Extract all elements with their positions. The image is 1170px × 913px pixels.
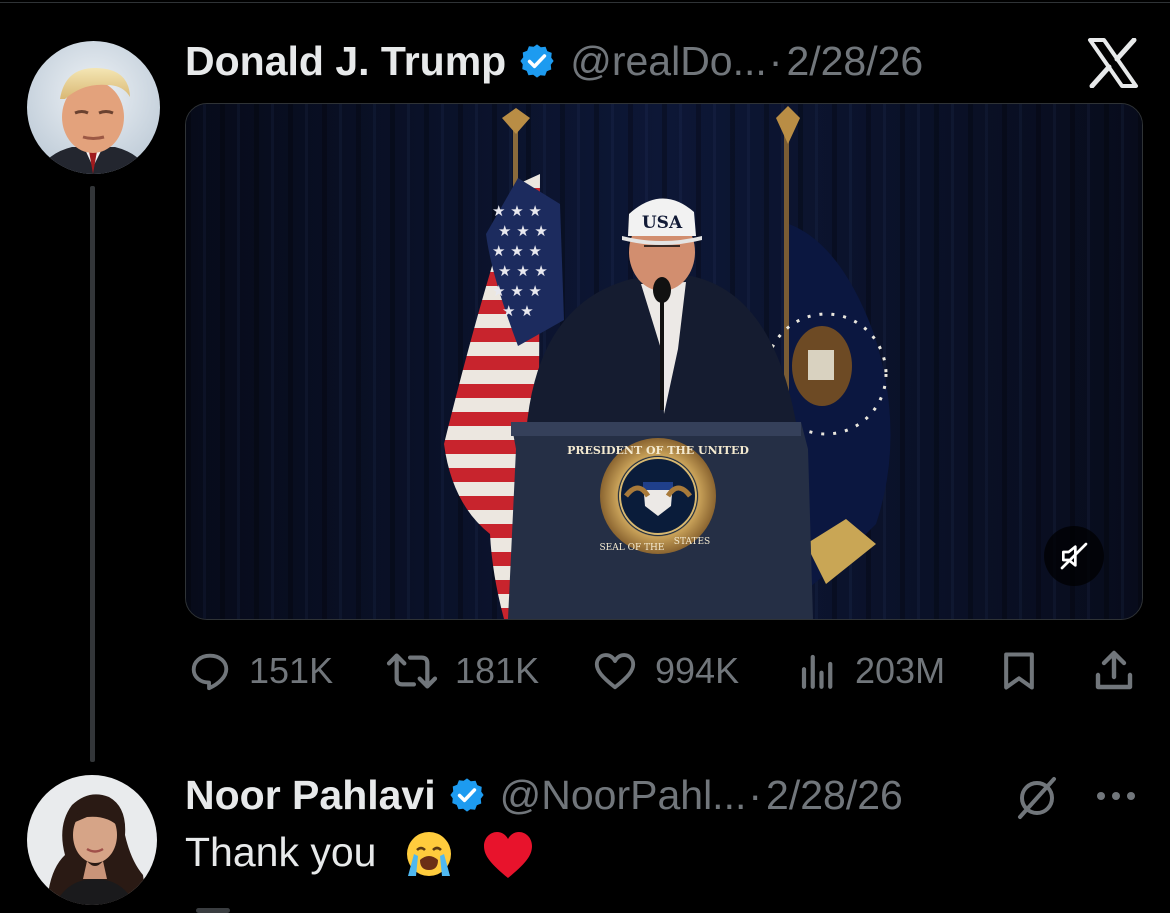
grok-icon[interactable] <box>1012 773 1062 823</box>
reply-icon <box>191 653 229 691</box>
author-avatar[interactable] <box>27 41 160 174</box>
heart-icon <box>594 653 636 690</box>
seal-text-top: PRESIDENT OF THE UNITED <box>567 444 749 457</box>
like-button[interactable]: 994K <box>591 640 739 702</box>
share-button[interactable] <box>1090 640 1138 702</box>
views-chart-icon <box>801 654 833 689</box>
svg-text:★ ★ ★: ★ ★ ★ <box>498 262 548 280</box>
post-date[interactable]: 2/28/26 <box>786 38 923 85</box>
x-logo-icon[interactable] <box>1087 38 1139 88</box>
verified-badge-icon <box>520 44 554 78</box>
share-icon <box>1095 650 1133 690</box>
bookmark-icon <box>1004 652 1034 690</box>
reply-header: Noor Pahlavi @NoorPahl... · 2/28/26 <box>185 770 903 820</box>
seal-text-bottom: SEAL OF THE <box>600 543 665 553</box>
author-handle[interactable]: @realDo... <box>570 38 767 85</box>
cap-text: USA <box>642 213 683 233</box>
bookmark-button[interactable] <box>997 640 1041 702</box>
next-item-peek <box>196 908 230 913</box>
svg-text:★ ★ ★: ★ ★ ★ <box>492 202 542 220</box>
svg-text:★ ★: ★ ★ <box>502 302 534 320</box>
svg-text:★ ★ ★: ★ ★ ★ <box>492 242 542 260</box>
post-actions: 151K 181K 994K 203M <box>185 640 1140 702</box>
loudly-crying-face-emoji <box>406 832 451 876</box>
like-count: 994K <box>655 650 740 691</box>
repost-button[interactable]: 181K <box>385 640 539 702</box>
reply-button[interactable]: 151K <box>187 640 333 702</box>
seal-text-side: STATES <box>674 537 710 547</box>
header-separator: · <box>768 37 783 84</box>
reply-author-handle[interactable]: @NoorPahl... <box>500 772 747 819</box>
reply-text: Thank you <box>185 828 377 875</box>
mute-toggle-button[interactable] <box>1044 526 1104 586</box>
post-video[interactable]: ★ ★ ★ ★ ★ ★ ★ ★ ★ ★ ★ ★ ★ ★ ★ ★ ★ USA PRESI… <box>185 103 1143 620</box>
svg-text:★ ★ ★: ★ ★ ★ <box>492 282 542 300</box>
reply-count: 151K <box>249 650 334 691</box>
svg-text:★ ★ ★: ★ ★ ★ <box>498 222 548 240</box>
thread-connector-line <box>90 186 95 762</box>
reply-author-name[interactable]: Noor Pahlavi <box>185 772 436 819</box>
views-button[interactable]: 203M <box>797 640 945 702</box>
reply-header-separator: · <box>748 771 763 818</box>
repost-icon <box>386 653 438 689</box>
reply-author-avatar[interactable] <box>27 775 157 905</box>
more-icon[interactable] <box>1093 788 1139 804</box>
speaker-muted-icon <box>1060 542 1088 570</box>
red-heart-emoji <box>484 832 533 878</box>
reply-body: Thank you <box>185 828 535 882</box>
reply-date[interactable]: 2/28/26 <box>766 772 903 819</box>
post-header: Donald J. Trump @realDo... · 2/28/26 <box>185 36 923 86</box>
view-count: 203M <box>855 650 946 691</box>
top-divider <box>0 2 1170 3</box>
verified-badge-icon <box>450 778 484 812</box>
author-name[interactable]: Donald J. Trump <box>185 38 506 85</box>
repost-count: 181K <box>455 650 540 691</box>
